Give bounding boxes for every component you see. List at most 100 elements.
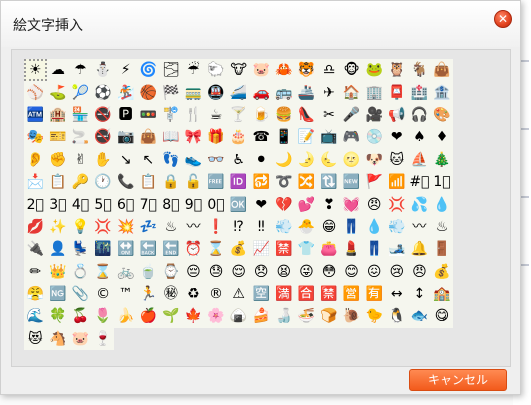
emoji-cell[interactable]: 🐶 [362,148,386,171]
emoji-cell[interactable]: 💄 [340,238,363,261]
emoji-cell[interactable]: 😓 [204,260,228,283]
emoji-cell[interactable]: 🔚 [159,238,183,261]
emoji-cell[interactable]: 📋 [46,170,70,194]
emoji-cell[interactable]: 0⃣ [204,193,228,216]
emoji-cell[interactable]: 🎥 [362,103,386,127]
emoji-cell[interactable]: 🚪 [430,238,454,261]
emoji-cell[interactable]: 🌷 [91,305,115,328]
emoji-cell[interactable]: 🏪 [69,103,92,127]
emoji-cell[interactable]: 🏫 [430,282,454,306]
emoji-cell[interactable]: 👟 [182,148,205,171]
emoji-cell[interactable]: 👂 [24,148,47,171]
emoji-cell[interactable]: 🏠 [340,81,363,104]
emoji-cell[interactable]: 🌫 [159,59,183,82]
emoji-cell[interactable]: 🎤 [340,103,363,127]
emoji-cell[interactable]: 🎿 [385,238,409,261]
emoji-cell[interactable]: 🔂 [249,170,273,194]
emoji-cell[interactable]: 🌛 [295,148,318,171]
emoji-cell[interactable]: ⚽ [91,81,115,104]
emoji-cell[interactable]: 💰 [227,238,250,261]
emoji-cell[interactable]: 🎄 [430,148,454,171]
emoji-cell[interactable]: 💧 [430,193,454,216]
emoji-cell[interactable]: ♦ [430,126,454,149]
emoji-cell[interactable]: ⚫ [249,148,273,171]
emoji-cell[interactable]: 🚢 [295,81,318,104]
emoji-cell[interactable]: 🚇 [204,81,228,104]
emoji-cell[interactable]: ☔ [182,59,205,82]
emoji-cell[interactable]: ✂ [317,103,341,127]
emoji-cell[interactable]: 3⃣ [46,193,70,216]
emoji-cell[interactable]: 💡 [69,215,92,239]
emoji-cell[interactable]: 😊 [340,260,363,283]
emoji-cell[interactable]: 🎨 [430,103,454,127]
emoji-cell[interactable]: 🌃 [91,238,115,261]
emoji-cell[interactable]: 🔙 [136,238,160,261]
emoji-cell[interactable]: ☕ [204,103,228,127]
emoji-cell[interactable]: ↔ [385,282,409,306]
emoji-cell[interactable]: 📱 [272,126,296,149]
emoji-cell[interactable]: 🏦 [430,81,454,104]
emoji-cell[interactable]: ® [204,282,228,306]
emoji-cell[interactable]: 🐌 [340,305,363,328]
emoji-cell[interactable]: 👕 [295,238,318,261]
emoji-cell[interactable]: ⛄ [91,59,115,82]
emoji-cell[interactable]: ↘ [114,148,137,171]
emoji-cell[interactable]: 👜 [136,126,160,149]
emoji-cell[interactable]: 🔌 [24,238,47,261]
emoji-cell[interactable]: ✊ [46,148,70,171]
emoji-cell[interactable]: 🎁 [204,126,228,149]
emoji-cell[interactable]: ♠ [408,126,431,149]
emoji-cell[interactable]: 😖 [362,260,386,283]
emoji-cell[interactable]: 🅿 [114,103,137,127]
emoji-cell[interactable]: 🐸 [362,59,386,82]
emoji-cell[interactable]: 🆓 [204,170,228,194]
emoji-cell[interactable]: 🔒 [159,170,183,194]
emoji-cell[interactable]: 💍 [69,260,92,283]
emoji-cell[interactable]: 🍞 [317,305,341,328]
emoji-cell[interactable]: 🍰 [249,305,273,328]
emoji-cell[interactable]: 🌀 [136,59,160,82]
emoji-cell[interactable]: 💢 [91,215,115,239]
emoji-cell[interactable]: 👖 [362,238,386,261]
emoji-cell[interactable]: 🌱 [159,305,183,328]
emoji-cell[interactable]: 🚄 [227,81,250,104]
emoji-cell[interactable]: 😋 [430,305,454,328]
emoji-cell[interactable]: 😻 [24,327,47,351]
emoji-cell[interactable]: ⏰ [182,238,205,261]
emoji-cell[interactable]: 🎮 [340,126,363,149]
emoji-cell[interactable]: 💨 [385,215,409,239]
emoji-cell[interactable]: 🎂 [227,126,250,149]
emoji-cell[interactable]: ✨ [46,215,70,239]
emoji-cell[interactable]: 🎀 [182,126,205,149]
emoji-cell[interactable]: 👖 [340,215,363,239]
emoji-cell[interactable]: 🈲 [272,238,296,261]
emoji-cell[interactable]: 🏀 [136,81,160,104]
emoji-cell[interactable]: 6⃣ [114,193,137,216]
emoji-cell[interactable]: 🆗 [227,193,250,216]
emoji-cell[interactable]: 🐮 [227,59,250,82]
emoji-cell[interactable]: 🈴 [295,282,318,306]
emoji-cell[interactable]: 🍙 [227,305,250,328]
emoji-cell[interactable]: 😁 [317,215,341,239]
emoji-cell[interactable]: 1⃣ [430,170,454,194]
emoji-cell[interactable]: 😜 [295,260,318,283]
emoji-cell[interactable]: 🍁 [182,305,205,328]
emoji-cell[interactable]: 🔃 [317,170,341,194]
emoji-cell[interactable]: ⚡ [114,59,137,82]
emoji-cell[interactable]: 🈲 [317,282,341,306]
emoji-cell[interactable]: 🏧 [24,103,47,127]
emoji-cell[interactable]: 📞 [114,170,137,194]
emoji-cell[interactable]: 📶 [385,170,409,194]
emoji-cell[interactable]: 🍷 [91,327,115,351]
emoji-cell[interactable]: 💧 [362,215,386,239]
emoji-cell[interactable]: 📎 [69,282,92,306]
emoji-cell[interactable]: 💥 [114,215,137,239]
emoji-cell[interactable]: 💺 [69,238,92,261]
emoji-cell[interactable]: 🐱 [385,148,409,171]
emoji-cell[interactable]: 🌜 [317,148,341,171]
emoji-cell[interactable]: ↖ [136,148,160,171]
emoji-cell[interactable]: ⛵ [408,148,431,171]
emoji-cell[interactable]: ❤ [385,126,409,149]
emoji-cell[interactable]: ➰ [272,170,296,194]
emoji-cell[interactable]: ✋ [91,148,115,171]
